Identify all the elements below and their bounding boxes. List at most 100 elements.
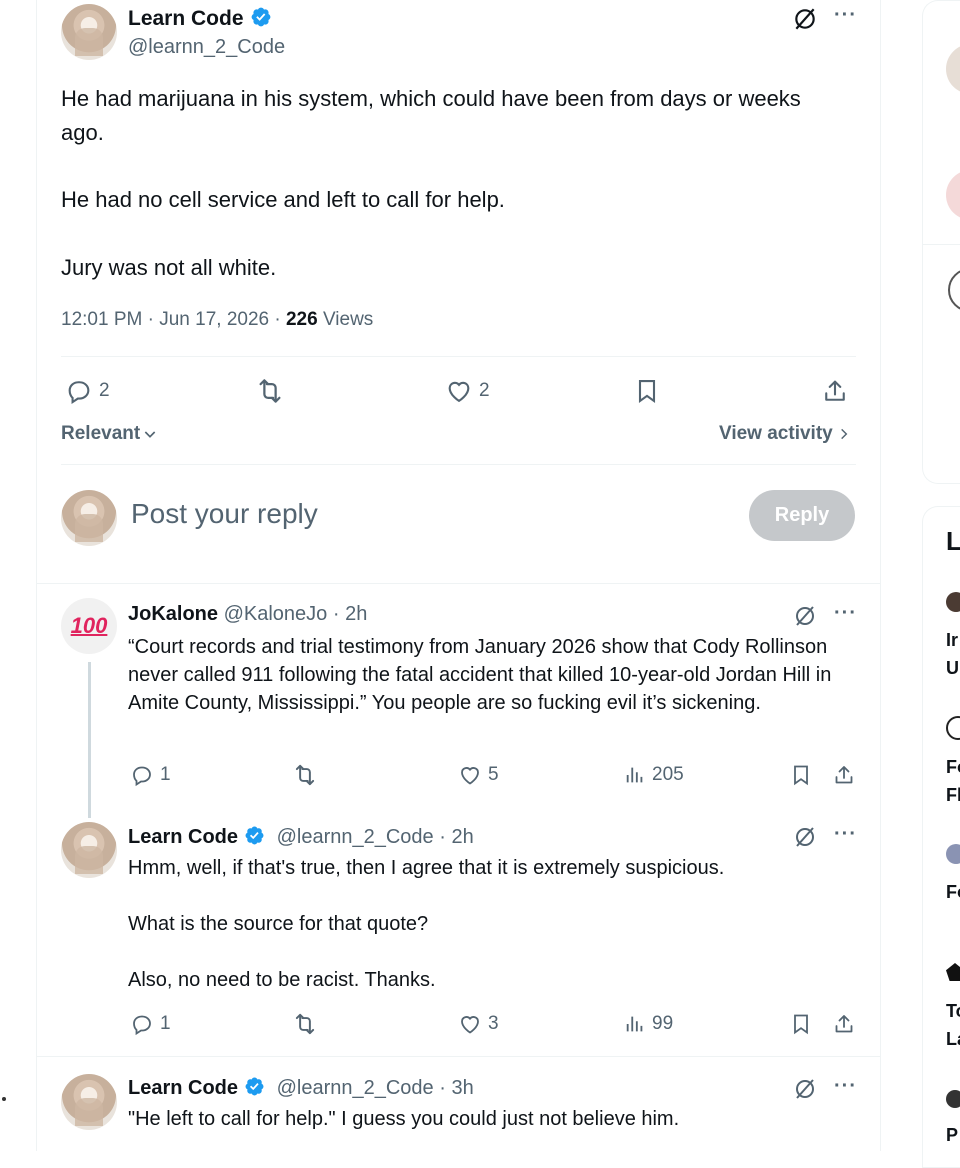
reply-input[interactable]: Post your reply <box>131 498 318 530</box>
right-sidebar: L Ir U Fo Fl Fo To La P <box>922 0 960 1168</box>
reply-author-name[interactable]: Learn Code <box>128 826 238 848</box>
sidebar-text[interactable]: Fl <box>946 785 960 806</box>
views-button[interactable]: 99 <box>624 1012 673 1036</box>
hundred-emoji: 100 <box>70 613 108 638</box>
views-count: 226 <box>285 309 318 330</box>
like-button[interactable]: 2 <box>445 377 490 405</box>
divider <box>922 244 960 245</box>
share-icon[interactable] <box>832 762 856 788</box>
like-icon <box>461 1016 479 1034</box>
reply-icon <box>68 381 90 405</box>
sidebar-text[interactable]: Fo <box>946 757 960 778</box>
view-activity-label: View activity <box>719 423 833 444</box>
avatar[interactable] <box>61 1074 117 1130</box>
like-count: 2 <box>479 380 490 401</box>
views-icon <box>626 1016 643 1032</box>
reply-header: JoKalone @KaloneJo · 2h <box>128 603 367 626</box>
verified-icon <box>251 7 270 27</box>
more-icon[interactable]: ··· <box>834 823 857 846</box>
reply-author-name[interactable]: JoKalone <box>128 603 218 625</box>
tweet-meta: 12:01 PM · Jun 17, 2026 · 226 Views <box>61 309 373 331</box>
sidebar-text[interactable]: Fo <box>946 882 960 903</box>
tweet-body-line-2: He had no cell service and left to call … <box>61 187 505 212</box>
more-icon[interactable]: ··· <box>834 602 857 625</box>
reply-button[interactable]: 1 <box>130 763 171 787</box>
like-count: 3 <box>488 1013 499 1034</box>
sort-label: Relevant <box>61 423 141 444</box>
sidebar-text[interactable]: P <box>946 1125 958 1146</box>
divider <box>37 1056 880 1057</box>
like-icon <box>448 381 470 403</box>
view-activity-link[interactable]: View activity <box>719 423 851 445</box>
sidebar-heading: L <box>946 526 960 556</box>
reply-header: Learn Code @learnn_2_Code · 2h <box>128 825 474 849</box>
verified-icon <box>245 1077 264 1096</box>
sort-selector[interactable]: Relevant <box>61 423 158 445</box>
reply-meta[interactable]: @learnn_2_Code · 3h <box>277 1077 474 1099</box>
avatar[interactable] <box>946 844 960 864</box>
reply-text-line-2: What is the source for that quote? <box>128 913 429 935</box>
avatar[interactable] <box>61 4 117 60</box>
grok-icon[interactable] <box>793 604 817 628</box>
author-name[interactable]: Learn Code <box>128 7 244 30</box>
author-name-row: Learn Code <box>128 6 272 31</box>
chevron-right-icon <box>840 428 848 440</box>
reply-author-name[interactable]: Learn Code <box>128 1077 238 1099</box>
main-column: Learn Code @learnn_2_Code ··· He had mar… <box>36 0 881 1151</box>
like-button[interactable]: 3 <box>458 1012 499 1036</box>
grok-icon[interactable] <box>793 825 817 849</box>
reply-icon <box>133 1015 151 1036</box>
reply-text-line-3: Also, no need to be racist. Thanks. <box>128 969 436 991</box>
reply-count: 1 <box>160 1013 171 1034</box>
reply-button[interactable]: 1 <box>130 1012 171 1036</box>
views-count: 205 <box>652 764 684 785</box>
avatar[interactable] <box>61 822 117 878</box>
more-icon[interactable]: ··· <box>834 1075 857 1098</box>
thread-line <box>88 662 91 818</box>
avatar[interactable] <box>946 592 960 612</box>
bookmark-icon[interactable] <box>633 376 661 406</box>
reply-text: “Court records and trial testimony from … <box>128 636 832 714</box>
retweet-icon[interactable] <box>255 376 285 406</box>
divider <box>61 464 856 465</box>
reply-submit-button[interactable]: Reply <box>749 490 855 541</box>
chevron-down-icon <box>144 431 156 438</box>
like-count: 5 <box>488 764 499 785</box>
left-dot <box>2 1097 6 1101</box>
grok-icon[interactable] <box>792 6 818 32</box>
tweet-body-line-3: Jury was not all white. <box>61 255 277 280</box>
share-icon[interactable] <box>832 1011 856 1037</box>
avatar[interactable] <box>946 1090 960 1108</box>
sidebar-text[interactable]: U <box>946 658 959 679</box>
tweet-time[interactable]: 12:01 PM · Jun 17, 2026 · <box>61 309 286 330</box>
reply-meta[interactable]: @learnn_2_Code · 2h <box>277 826 474 848</box>
reply-icon <box>133 766 151 787</box>
views-count: 99 <box>652 1013 674 1034</box>
share-icon[interactable] <box>821 376 849 406</box>
sidebar-text[interactable]: Ir <box>946 630 958 651</box>
retweet-icon[interactable] <box>292 762 318 788</box>
reply-text: "He left to call for help." I guess you … <box>128 1108 680 1130</box>
author-handle[interactable]: @learnn_2_Code <box>128 36 285 59</box>
more-icon[interactable]: ··· <box>834 4 857 27</box>
views-icon <box>626 767 643 783</box>
reply-meta[interactable]: @KaloneJo · 2h <box>224 603 368 625</box>
sidebar-text[interactable]: La <box>946 1029 960 1050</box>
like-icon <box>461 767 479 785</box>
like-button[interactable]: 5 <box>458 763 499 787</box>
tweet-body-line-1: He had marijuana in his system, which co… <box>61 86 801 145</box>
reply-button[interactable]: 2 <box>65 377 110 405</box>
reply-count: 2 <box>99 380 110 401</box>
hundred-avatar[interactable]: 100 <box>61 598 117 654</box>
views-button[interactable]: 205 <box>624 763 684 787</box>
sidebar-text[interactable]: To <box>946 1001 960 1022</box>
divider <box>37 583 880 584</box>
views-label: Views <box>317 309 374 330</box>
reply-text-line-1: Hmm, well, if that's true, then I agree … <box>128 857 725 879</box>
reply-header: Learn Code @learnn_2_Code · 3h <box>128 1076 474 1100</box>
retweet-icon[interactable] <box>292 1011 318 1037</box>
bookmark-icon[interactable] <box>789 1011 813 1037</box>
grok-icon[interactable] <box>793 1077 817 1101</box>
bookmark-icon[interactable] <box>789 762 813 788</box>
composer-avatar[interactable] <box>61 490 117 546</box>
